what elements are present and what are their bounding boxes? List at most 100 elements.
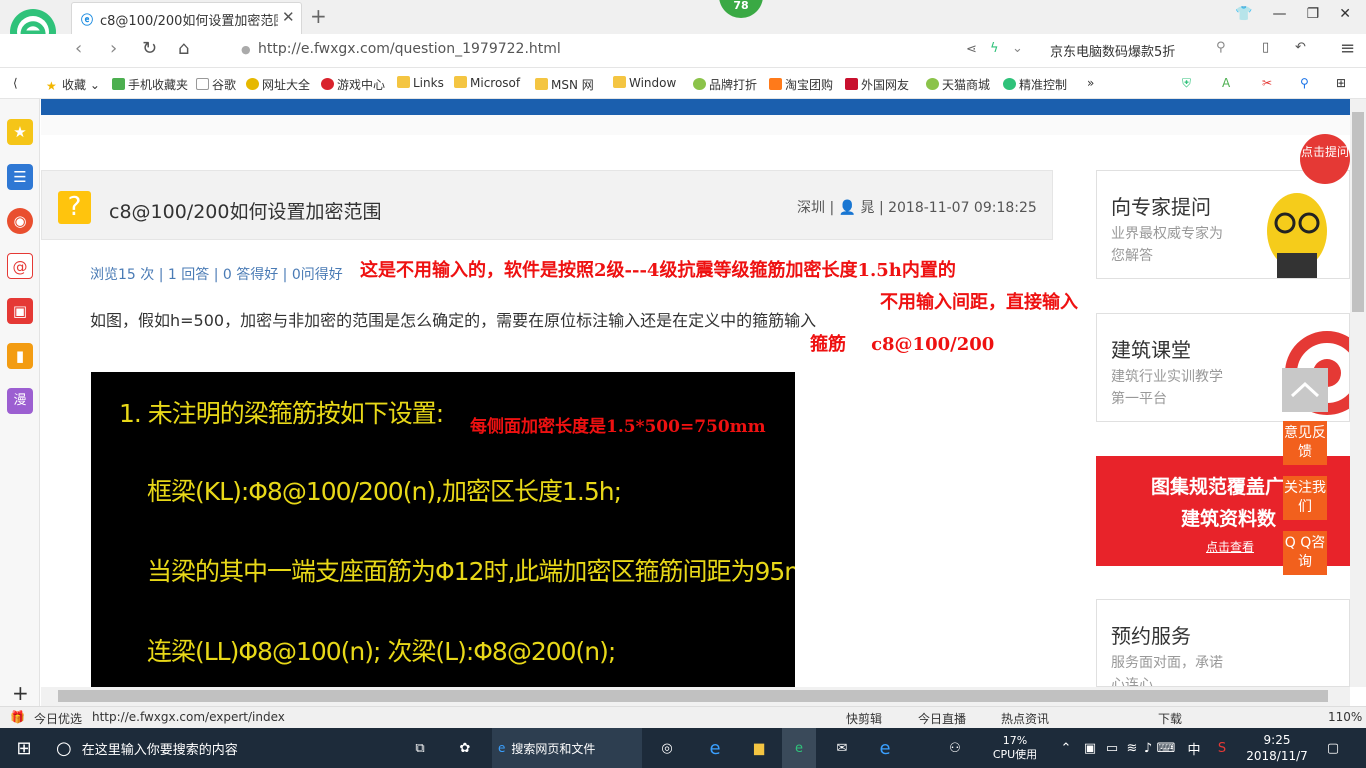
tray-app-icon[interactable]: ▣: [1082, 728, 1098, 768]
ie-icon: e: [498, 741, 506, 755]
card-title: 建筑课堂: [1111, 338, 1191, 362]
bookmark-item[interactable]: Links: [397, 76, 444, 90]
tray-chevron-icon[interactable]: ⌃: [1058, 728, 1074, 768]
restore-icon[interactable]: ❐: [1307, 6, 1320, 26]
bookmark-item[interactable]: 精准控制: [1003, 76, 1067, 93]
vertical-scroll-thumb[interactable]: [1352, 112, 1364, 312]
grid-icon[interactable]: ⊞: [1336, 76, 1346, 90]
browser-tab[interactable]: ⓔ c8@100/200如何设置加密范围_ ✕: [71, 2, 302, 34]
game-icon[interactable]: ▣: [7, 298, 33, 324]
battery-icon[interactable]: ▭: [1104, 728, 1120, 768]
expert-card[interactable]: 向专家提问 业界最权威专家为您解答: [1096, 170, 1350, 279]
ie-taskbar-icon[interactable]: e: [698, 728, 732, 768]
cpu-meter[interactable]: 17% CPU使用: [985, 728, 1045, 768]
translate-icon[interactable]: A: [1222, 76, 1230, 90]
keyboard-icon[interactable]: ⌨: [1156, 728, 1176, 768]
bookmark-item[interactable]: 淘宝团购: [769, 76, 833, 93]
shield-icon[interactable]: ⛨: [1182, 76, 1191, 91]
bookmark-item[interactable]: Window: [613, 76, 676, 90]
skin-icon[interactable]: 👕: [1235, 6, 1252, 26]
undo-icon[interactable]: ↶: [1295, 40, 1306, 55]
card-subtitle: 建筑行业实训教学第一平台: [1111, 369, 1223, 407]
people-icon[interactable]: ⚇: [940, 728, 970, 768]
scissors-icon[interactable]: ✂: [1262, 76, 1272, 90]
bookmark-item[interactable]: MSN 网: [535, 76, 594, 93]
ask-corner-tag[interactable]: 点击提问: [1300, 134, 1350, 184]
bookmark-item[interactable]: Microsof: [454, 76, 520, 90]
lightning-icon[interactable]: ϟ: [990, 41, 999, 56]
mail-taskbar-icon[interactable]: ✉: [825, 728, 859, 768]
forward-icon[interactable]: ›: [110, 38, 117, 59]
collapse-sidebar-icon[interactable]: ⟨: [13, 76, 18, 90]
task-view-icon[interactable]: ⧉: [405, 728, 435, 768]
volume-icon[interactable]: ♪: [1140, 728, 1156, 768]
wifi-icon[interactable]: ≋: [1124, 728, 1140, 768]
question-mark-icon: ?: [58, 191, 91, 224]
back-to-top-button[interactable]: [1282, 368, 1328, 412]
comic-icon[interactable]: 漫: [7, 388, 33, 414]
browser-taskbar-icon[interactable]: e: [782, 728, 816, 768]
status-item[interactable]: 今日直播: [918, 710, 966, 727]
more-bookmarks-icon[interactable]: »: [1087, 76, 1094, 90]
app-icon[interactable]: ◎: [652, 728, 682, 768]
horizontal-scroll-thumb[interactable]: [58, 690, 1328, 702]
promo-link[interactable]: 点击查看: [1206, 538, 1254, 555]
window-controls: 👕 — ❐ ✕: [1223, 6, 1363, 26]
add-sidebar-icon[interactable]: +: [12, 681, 29, 705]
page-info-icon[interactable]: ●: [241, 43, 251, 56]
windows-start-icon[interactable]: ⊞: [0, 728, 48, 768]
bookmark-item[interactable]: ★ 收藏 ⌄: [46, 76, 100, 93]
bookmark-item[interactable]: 网址大全: [246, 76, 310, 93]
status-item[interactable]: 下载: [1158, 710, 1182, 727]
sogou-icon[interactable]: S: [1212, 728, 1232, 768]
status-left-label[interactable]: 今日优选: [34, 710, 82, 727]
service-card[interactable]: 预约服务 服务面对面，承诺心连心: [1096, 599, 1350, 687]
taskbar-web-search[interactable]: e 搜索网页和文件: [492, 728, 642, 768]
weibo-icon[interactable]: ◉: [7, 208, 33, 234]
clock-date: 2018/11/7: [1246, 749, 1308, 763]
favorites-icon[interactable]: ★: [7, 119, 33, 145]
bookmark-item[interactable]: 手机收藏夹: [112, 76, 188, 93]
novel-icon[interactable]: ▮: [7, 343, 33, 369]
folder-icon[interactable]: ▆: [742, 728, 776, 768]
refresh-icon[interactable]: ↻: [142, 38, 157, 59]
tab-title: c8@100/200如何设置加密范围_: [100, 14, 278, 29]
new-tab-icon[interactable]: +: [310, 4, 327, 28]
news-icon[interactable]: ☰: [7, 164, 33, 190]
bookmark-item[interactable]: 品牌打折: [693, 76, 757, 93]
edge-icon[interactable]: e: [868, 728, 902, 768]
address-ad-text[interactable]: 京东电脑数码爆款5折: [1050, 41, 1175, 60]
close-window-icon[interactable]: ✕: [1339, 6, 1351, 26]
back-icon[interactable]: ‹: [75, 38, 82, 59]
url-field[interactable]: http://e.fwxgx.com/question_1979722.html: [258, 41, 561, 57]
feedback-button[interactable]: 意见反馈: [1283, 421, 1327, 465]
minimize-icon[interactable]: —: [1273, 6, 1287, 26]
status-item[interactable]: 热点资讯: [1001, 710, 1049, 727]
status-item[interactable]: 快剪辑: [846, 710, 882, 727]
notification-icon[interactable]: ▢: [1318, 728, 1348, 768]
menu-icon[interactable]: ≡: [1340, 38, 1355, 59]
clock[interactable]: 9:25 2018/11/7: [1242, 728, 1312, 768]
qq-button[interactable]: Q Q咨询: [1283, 531, 1327, 575]
question-body: 如图，假如h=500，加密与非加密的范围是怎么确定的，需要在原位标注输入还是在定…: [90, 311, 817, 330]
bookmark-item[interactable]: 天猫商城: [926, 76, 990, 93]
chevron-down-icon[interactable]: ⌄: [1012, 41, 1023, 56]
zoom-level[interactable]: 110%: [1328, 710, 1362, 724]
home-icon[interactable]: ⌂: [178, 38, 189, 59]
bookmark-item[interactable]: 游戏中心: [321, 76, 385, 93]
bookmark-item[interactable]: 外国网友: [845, 76, 909, 93]
taskbar-search[interactable]: ○ 在这里输入你要搜索的内容: [56, 728, 386, 768]
share-icon[interactable]: ⋖: [966, 42, 977, 57]
question-stats[interactable]: 浏览15 次 | 1 回答 | 0 答得好 | 0问得好: [90, 264, 343, 284]
tab-close-icon[interactable]: ✕: [282, 8, 295, 26]
zoom-icon[interactable]: ⚲: [1300, 76, 1309, 90]
mail-icon[interactable]: @: [7, 253, 33, 279]
bookmark-item[interactable]: 谷歌: [196, 76, 236, 93]
ime-indicator[interactable]: 中: [1184, 728, 1204, 768]
pinwheel-icon[interactable]: ✿: [450, 728, 480, 768]
follow-button[interactable]: 关注我们: [1283, 476, 1327, 520]
card-subtitle: 业界最权威专家为您解答: [1111, 226, 1223, 264]
status-bar: 🎁 今日优选 http://e.fwxgx.com/expert/index 快…: [0, 706, 1366, 728]
phone-icon[interactable]: ▯: [1262, 40, 1269, 55]
search-icon[interactable]: ⚲: [1216, 40, 1226, 55]
